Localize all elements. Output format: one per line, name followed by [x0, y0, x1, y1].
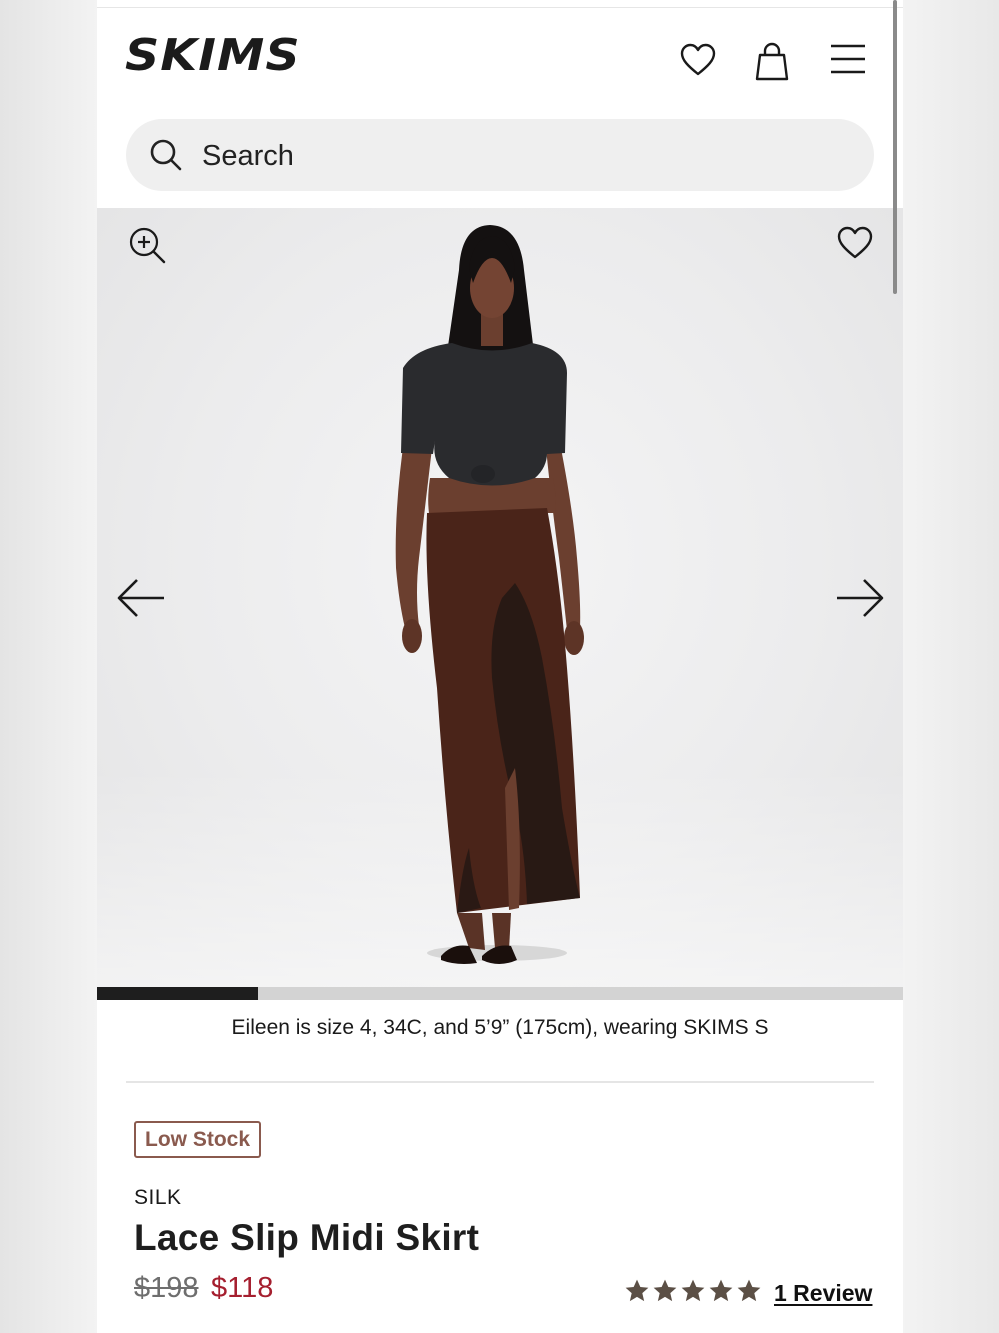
low-stock-badge: Low Stock: [134, 1121, 262, 1158]
product-photo: [395, 225, 584, 964]
next-arrow-icon[interactable]: [835, 577, 885, 619]
star-icon: [653, 1279, 677, 1302]
sale-price: $118: [211, 1272, 274, 1304]
star-icon: [737, 1279, 761, 1302]
search-input[interactable]: [200, 135, 844, 177]
reviews-link[interactable]: 1 Review: [774, 1280, 872, 1307]
favorite-heart-icon[interactable]: [837, 226, 873, 260]
search-icon: [150, 139, 182, 171]
top-divider: [97, 7, 903, 8]
shopping-bag-icon[interactable]: [753, 41, 791, 81]
zoom-in-icon[interactable]: [128, 226, 166, 264]
rating-stars[interactable]: [624, 1278, 762, 1304]
original-price: $198: [134, 1272, 199, 1304]
wishlist-heart-icon[interactable]: [680, 43, 716, 77]
product-collection: SILK: [134, 1186, 182, 1209]
scrollbar[interactable]: [893, 0, 897, 294]
section-divider: [126, 1081, 874, 1083]
model-size-caption: Eileen is size 4, 34C, and 5’9” (175cm),…: [231, 1016, 769, 1039]
product-page: SKIMS Search Eileen is size 4, 34C, and …: [97, 0, 903, 1333]
star-icon: [625, 1279, 649, 1302]
star-icon: [709, 1279, 733, 1302]
skims-logo[interactable]: SKIMS: [125, 30, 301, 81]
previous-arrow-icon[interactable]: [116, 577, 166, 619]
product-image-gallery[interactable]: [97, 208, 903, 987]
menu-icon[interactable]: [830, 44, 866, 74]
search-bar[interactable]: [126, 119, 874, 191]
star-icon: [681, 1279, 705, 1302]
gallery-progress-bar: [97, 987, 903, 1000]
product-title: Lace Slip Midi Skirt: [134, 1217, 480, 1258]
gallery-progress-fill: [97, 987, 259, 1000]
